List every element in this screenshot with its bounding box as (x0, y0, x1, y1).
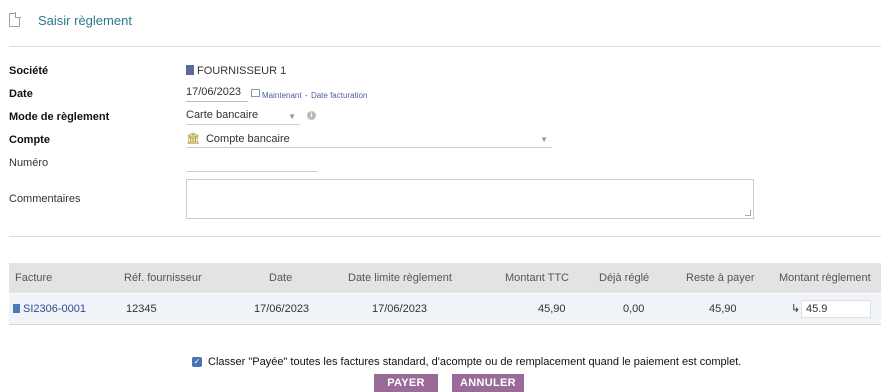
invoice-cell[interactable]: SI2306-0001 (13, 294, 86, 324)
mode-label: Mode de règlement (9, 111, 110, 123)
classer-label: Classer "Payée" toutes les factures stan… (208, 356, 742, 368)
date-input[interactable]: 17/06/2023 (186, 86, 248, 102)
pay-button[interactable]: PAYER (374, 374, 438, 392)
col-facture: Facture (15, 272, 53, 284)
col-deja-regle: Déjà réglé (599, 272, 650, 284)
commentaires-label: Commentaires (9, 193, 81, 205)
date-label: Date (9, 88, 33, 100)
building-icon (186, 65, 194, 75)
document-icon (9, 12, 21, 27)
societe-value[interactable]: FOURNISSEUR 1 (186, 65, 286, 77)
date-limite-cell: 17/06/2023 (372, 303, 428, 315)
col-date-limite: Date limite règlement (348, 272, 452, 284)
col-montant-ttc: Montant TTC (505, 272, 569, 284)
date-cell: 17/06/2023 (254, 303, 310, 315)
numero-label: Numéro (9, 157, 49, 169)
bank-icon: 🏛 (186, 133, 200, 145)
mode-value: Carte bancaire (186, 109, 259, 121)
invoice-icon (13, 304, 20, 313)
ref-cell: 12345 (126, 303, 157, 315)
form-divider (9, 236, 881, 237)
societe-label: Société (9, 65, 49, 77)
header-divider (9, 46, 881, 47)
mode-select[interactable]: Carte bancaire ▼ (186, 109, 300, 125)
date-links: Maintenant - Date facturation (262, 89, 367, 101)
date-link-separator: - (304, 91, 308, 100)
table-header: Facture Réf. fournisseur Date Date limit… (9, 263, 881, 293)
montant-ttc-cell: 45,90 (538, 303, 566, 315)
montant-reglement-input[interactable]: 45.9 (801, 300, 871, 318)
cancel-button[interactable]: ANNULER (452, 374, 524, 392)
compte-label: Compte (9, 134, 50, 146)
page-header: Saisir règlement (9, 10, 132, 30)
compte-value: Compte bancaire (205, 133, 290, 145)
chevron-down-icon: ▼ (540, 135, 548, 144)
page-title: Saisir règlement (38, 12, 132, 28)
info-icon: i (307, 111, 316, 120)
table-row: SI2306-0001 12345 17/06/2023 17/06/2023 … (9, 294, 881, 325)
chevron-down-icon: ▼ (288, 112, 296, 121)
classer-option[interactable]: ✓ Classer "Payée" toutes les factures st… (192, 356, 741, 368)
col-ref-fournisseur: Réf. fournisseur (124, 272, 202, 284)
calendar-icon[interactable] (251, 89, 260, 97)
col-montant-reglement: Montant règlement (779, 272, 871, 284)
col-reste: Reste à payer (686, 272, 755, 284)
reste-cell: 45,90 (709, 303, 737, 315)
resize-handle-icon[interactable] (745, 210, 751, 216)
commentaires-textarea[interactable] (186, 179, 754, 219)
invoice-link[interactable]: SI2306-0001 (23, 303, 86, 315)
deja-regle-cell: 0,00 (623, 303, 645, 315)
societe-name[interactable]: FOURNISSEUR 1 (197, 65, 286, 77)
billing-date-link[interactable]: Date facturation (311, 91, 367, 100)
now-link[interactable]: Maintenant (262, 91, 302, 100)
numero-input[interactable] (186, 171, 318, 172)
col-date: Date (269, 272, 293, 284)
compte-select[interactable]: 🏛 Compte bancaire ▼ (186, 132, 552, 148)
fill-amount-icon[interactable]: ↳ (791, 294, 800, 324)
classer-checkbox[interactable]: ✓ (192, 357, 202, 367)
